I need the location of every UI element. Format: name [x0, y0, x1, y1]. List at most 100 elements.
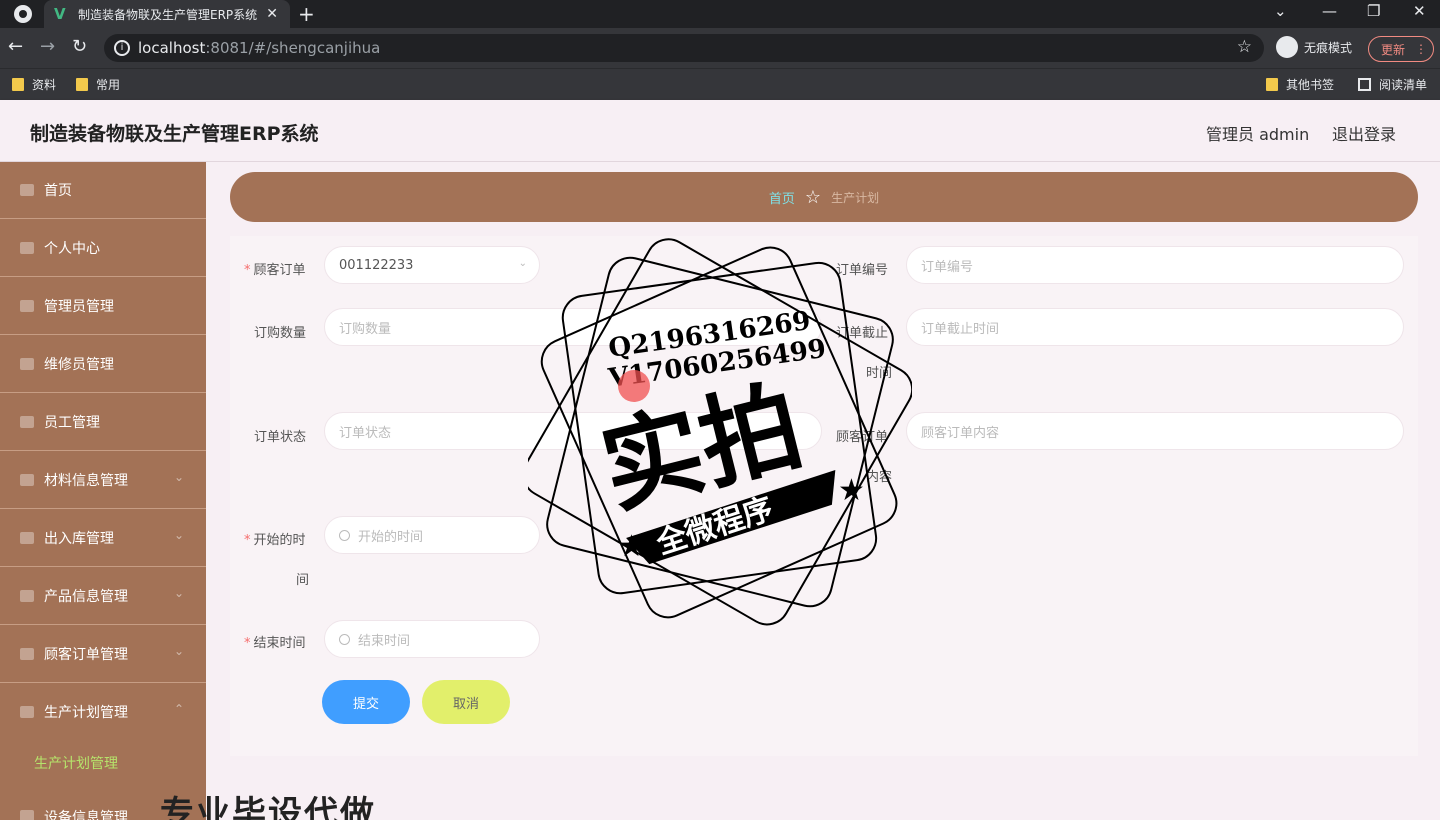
sidebar-item-production-plans[interactable]: 生产计划管理 ⌃: [0, 684, 206, 741]
sidebar-item-label: 生产计划管理: [44, 705, 128, 721]
reading-list-icon: [1358, 78, 1371, 91]
start-time-label: * 开始的时: [244, 533, 306, 548]
app-header: 制造装备物联及生产管理ERP系统 管理员 admin 退出登录: [0, 100, 1440, 162]
start-time-picker[interactable]: 开始的时间: [324, 516, 540, 554]
start-time-label-wrap: 间: [296, 573, 310, 588]
back-icon[interactable]: ←: [8, 36, 23, 57]
app-title: 制造装备物联及生产管理ERP系统: [30, 123, 319, 145]
browser-tab[interactable]: V 制造装备物联及生产管理ERP系统 ✕: [44, 0, 290, 28]
reading-list[interactable]: 阅读清单: [1358, 76, 1427, 93]
sidebar-item-admins[interactable]: 管理员管理: [0, 278, 206, 335]
vue-favicon-icon: V: [54, 5, 66, 23]
bookmark-folder-ziliao[interactable]: 资料: [12, 76, 56, 93]
bookmark-label: 资料: [32, 78, 57, 92]
breadcrumb: 首页 ☆ 生产计划: [230, 172, 1418, 222]
submit-button[interactable]: 提交: [322, 680, 410, 724]
bookmark-folder-changyong[interactable]: 常用: [76, 76, 120, 93]
sidebar-item-label: 个人中心: [44, 241, 100, 257]
close-tab-icon[interactable]: ✕: [266, 6, 278, 22]
update-label: 更新: [1381, 42, 1406, 57]
order-no-label: 订单编号: [836, 263, 889, 278]
update-button[interactable]: 更新 ⋮: [1368, 36, 1434, 62]
product-icon: [20, 590, 34, 602]
close-window-icon[interactable]: ✕: [1413, 2, 1426, 20]
sidebar-item-label: 维修员管理: [44, 357, 114, 373]
chrome-logo-icon: [14, 5, 32, 23]
chevron-down-icon: ⌄: [518, 258, 527, 269]
deadline-label-wrap: 时间: [866, 366, 893, 381]
sidebar-item-materials[interactable]: 材料信息管理 ⌄: [0, 452, 206, 509]
end-time-label: * 结束时间: [244, 636, 306, 651]
tab-search-icon[interactable]: ⌄: [1274, 2, 1287, 20]
browser-tab-strip: V 制造装备物联及生产管理ERP系统 ✕ + ⌄ — ❐ ✕: [0, 0, 1440, 28]
sidebar-item-label: 首页: [44, 183, 72, 199]
cancel-button[interactable]: 取消: [422, 680, 510, 724]
bookmarks-bar: 资料 常用 其他书签 阅读清单: [0, 68, 1440, 100]
tab-title: 制造装备物联及生产管理ERP系统: [78, 7, 258, 22]
forward-icon[interactable]: →: [40, 36, 55, 57]
order-content-label-wrap: 内容: [866, 470, 893, 485]
sidebar-item-label: 管理员管理: [44, 299, 114, 315]
sidebar-item-label: 产品信息管理: [44, 589, 128, 605]
customer-order-select[interactable]: 001122233 ⌄: [324, 246, 540, 284]
order-content-label: 顾客订单: [836, 430, 889, 445]
sidebar-item-inventory[interactable]: 出入库管理 ⌄: [0, 510, 206, 567]
breadcrumb-current: 生产计划: [831, 190, 880, 205]
chevron-down-icon: ⌄: [173, 528, 184, 542]
sidebar-item-repairers[interactable]: 维修员管理: [0, 336, 206, 393]
incognito-icon: [1276, 36, 1298, 58]
order-icon: [20, 648, 34, 660]
equipment-icon: [20, 810, 34, 820]
folder-icon: [76, 78, 88, 91]
order-status-input[interactable]: 订单状态: [324, 412, 822, 450]
browser-toolbar: ← → ↻ i localhost:8081/#/shengcanjihua ☆…: [0, 28, 1440, 68]
end-time-picker[interactable]: 结束时间: [324, 620, 540, 658]
sidebar-item-profile[interactable]: 个人中心: [0, 220, 206, 277]
sidebar-item-products[interactable]: 产品信息管理 ⌄: [0, 568, 206, 625]
new-tab-icon[interactable]: +: [298, 2, 315, 26]
clock-icon: [339, 529, 350, 541]
bookmark-star-icon[interactable]: ☆: [1237, 37, 1252, 57]
incognito-indicator[interactable]: 无痕模式: [1276, 36, 1352, 58]
plan-icon: [20, 706, 34, 718]
reload-icon[interactable]: ↻: [72, 36, 87, 57]
deadline-input[interactable]: 订单截止时间: [906, 308, 1404, 346]
order-no-input[interactable]: 订单编号: [906, 246, 1404, 284]
sidebar-item-employees[interactable]: 员工管理: [0, 394, 206, 451]
box-icon: [20, 474, 34, 486]
home-icon: [20, 184, 34, 196]
chevron-up-icon: ⌃: [173, 702, 184, 716]
list-icon: [20, 300, 34, 312]
mouse-cursor-highlight: [618, 370, 650, 402]
sidebar: 首页 个人中心 管理员管理 维修员管理 员工管理 材料信息管理 ⌄ 出入库管理 …: [0, 162, 206, 820]
chevron-down-icon: ⌄: [173, 644, 184, 658]
order-content-input[interactable]: 顾客订单内容: [906, 412, 1404, 450]
quantity-input[interactable]: 订购数量: [324, 308, 822, 346]
production-plan-form: * 顾客订单 001122233 ⌄ 订单编号 订单编号 订购数量 订购数量 订单…: [230, 236, 1418, 756]
menu-dots-icon: ⋮: [1415, 42, 1428, 56]
customer-order-value: 001122233: [339, 257, 414, 273]
quantity-label: 订购数量: [254, 326, 307, 341]
main-content: 首页 ☆ 生产计划 * 顾客订单 001122233 ⌄ 订单编号 订单编号 订购…: [206, 162, 1440, 820]
bottom-watermark-text: 专业毕设代做: [160, 794, 376, 820]
restore-icon[interactable]: ❐: [1367, 2, 1380, 20]
sidebar-item-orders[interactable]: 顾客订单管理 ⌄: [0, 626, 206, 683]
other-bookmarks-label: 其他书签: [1286, 78, 1335, 92]
site-info-icon[interactable]: i: [114, 40, 130, 56]
people-icon: [20, 416, 34, 428]
sidebar-item-label: 材料信息管理: [44, 473, 128, 489]
sidebar-item-home[interactable]: 首页: [0, 162, 206, 219]
logout-link[interactable]: 退出登录: [1332, 121, 1396, 145]
breadcrumb-home[interactable]: 首页: [769, 188, 795, 207]
other-bookmarks[interactable]: 其他书签: [1266, 76, 1334, 93]
address-bar[interactable]: i localhost:8081/#/shengcanjihua ☆: [104, 34, 1264, 62]
minimize-icon[interactable]: —: [1322, 2, 1337, 20]
wrench-icon: [20, 358, 34, 370]
url-host: localhost: [138, 39, 206, 57]
sidebar-item-label: 顾客订单管理: [44, 647, 128, 663]
star-icon: ☆: [804, 186, 822, 208]
chevron-down-icon: ⌄: [173, 586, 184, 600]
warehouse-icon: [20, 532, 34, 544]
sidebar-subitem-production-plans[interactable]: 生产计划管理: [0, 740, 206, 786]
sidebar-item-label: 员工管理: [44, 415, 100, 431]
